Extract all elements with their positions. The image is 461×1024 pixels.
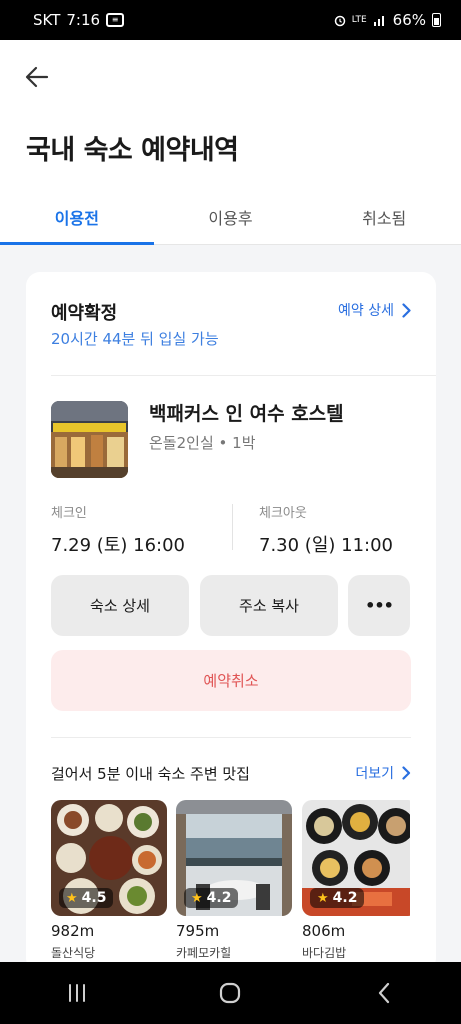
nights: 1박: [232, 434, 256, 452]
checkin-value: 7.29 (토) 16:00: [51, 535, 185, 556]
divider-vertical: [232, 504, 233, 550]
restaurant-photo: ★ 4.2: [302, 800, 410, 916]
checkout-value: 7.30 (일) 11:00: [259, 535, 393, 556]
battery-icon: [432, 13, 441, 27]
hotel-thumbnail[interactable]: [51, 401, 128, 478]
app-notification-icon: ≡: [106, 13, 125, 27]
checkin-block: 체크인 7.29 (토) 16:00: [51, 502, 185, 557]
chevron-right-icon: [402, 302, 411, 318]
page-title: 국내 숙소 예약내역: [26, 135, 239, 166]
rating-value: 4.2: [332, 890, 358, 906]
star-icon: ★: [317, 890, 329, 906]
reservation-card: 예약확정 20시간 44분 뒤 입실 가능 예약 상세 백패커스 인 여수 호스…: [26, 272, 436, 972]
separator-dot: •: [218, 434, 233, 452]
restaurant-name: 돌산식당: [51, 946, 96, 960]
recent-apps-button[interactable]: [47, 973, 107, 1013]
back-chevron-icon: [379, 982, 390, 1004]
divider: [51, 737, 411, 738]
restaurant-distance: 806m: [302, 922, 346, 940]
restaurant-card[interactable]: ★ 4.2 806m 바다김밥: [302, 800, 410, 961]
checkout-block: 체크아웃 7.30 (일) 11:00: [259, 502, 393, 557]
cancel-reservation-button[interactable]: 예약취소: [51, 650, 411, 711]
chevron-right-icon: [402, 766, 411, 780]
checkin-label: 체크인: [51, 506, 87, 521]
recent-apps-icon: [68, 984, 85, 1002]
rating-value: 4.2: [206, 890, 232, 906]
alarm-icon: [334, 15, 345, 26]
hotel-name[interactable]: 백패커스 인 여수 호스텔: [149, 399, 344, 426]
clock: 7:16: [66, 11, 101, 29]
status-bar: SKT 7:16 ≡ LTE 66%: [0, 0, 461, 40]
signal-icon: [373, 16, 384, 26]
rating-value: 4.5: [81, 890, 107, 906]
more-options-button[interactable]: •••: [348, 575, 410, 636]
restaurant-photo: ★ 4.5: [51, 800, 167, 916]
restaurant-card[interactable]: ★ 4.5 982m 돌산식당: [51, 800, 167, 961]
restaurant-distance: 982m: [51, 922, 95, 940]
tab-cancelled[interactable]: 취소됨: [307, 190, 461, 244]
arrow-left-icon: [25, 66, 49, 88]
divider: [51, 375, 436, 376]
restaurant-name: 카페모카힐: [176, 946, 232, 960]
restaurant-name: 바다김밥: [302, 946, 347, 960]
reservation-detail-label: 예약 상세: [338, 303, 394, 319]
restaurant-card[interactable]: ★ 4.2 795m 카페모카힐: [176, 800, 292, 961]
rating-badge: ★ 4.2: [310, 888, 365, 908]
room-info: 온돌2인실 • 1박: [149, 432, 256, 453]
copy-address-button[interactable]: 주소 복사: [200, 575, 338, 636]
reservation-status: 예약확정: [51, 303, 118, 324]
rating-badge: ★ 4.5: [59, 888, 114, 908]
page-header: 국내 숙소 예약내역 이용전 이용후 취소됨: [0, 40, 461, 245]
restaurant-distance: 795m: [176, 922, 220, 940]
system-back-button[interactable]: [354, 973, 414, 1013]
tab-upcoming[interactable]: 이용전: [0, 190, 154, 245]
system-nav-bar: [0, 962, 461, 1024]
reservation-detail-link[interactable]: 예약 상세: [338, 300, 411, 320]
room-type: 온돌2인실: [149, 434, 214, 452]
checkout-label: 체크아웃: [259, 506, 307, 521]
back-button[interactable]: [20, 62, 54, 92]
battery-percent: 66%: [392, 11, 426, 29]
home-icon: [220, 982, 241, 1004]
rating-badge: ★ 4.2: [184, 888, 239, 908]
hotel-detail-button[interactable]: 숙소 상세: [51, 575, 189, 636]
see-more-label: 더보기: [355, 766, 394, 782]
carrier-label: SKT: [33, 11, 61, 29]
star-icon: ★: [66, 890, 78, 906]
checkin-countdown: 20시간 44분 뒤 입실 가능: [51, 330, 219, 348]
screen: SKT 7:16 ≡ LTE 66% 국내 숙소 예약내역 이용전 이용후 취소…: [0, 0, 461, 1024]
star-icon: ★: [191, 890, 203, 906]
tab-completed[interactable]: 이용후: [154, 190, 308, 244]
tab-bar: 이용전 이용후 취소됨: [0, 190, 461, 245]
home-button[interactable]: [200, 973, 260, 1013]
restaurant-photo: ★ 4.2: [176, 800, 292, 916]
nearby-section-title: 걸어서 5분 이내 숙소 주변 맛집: [51, 765, 250, 783]
network-type: LTE: [351, 14, 367, 25]
see-more-link[interactable]: 더보기: [355, 763, 411, 783]
